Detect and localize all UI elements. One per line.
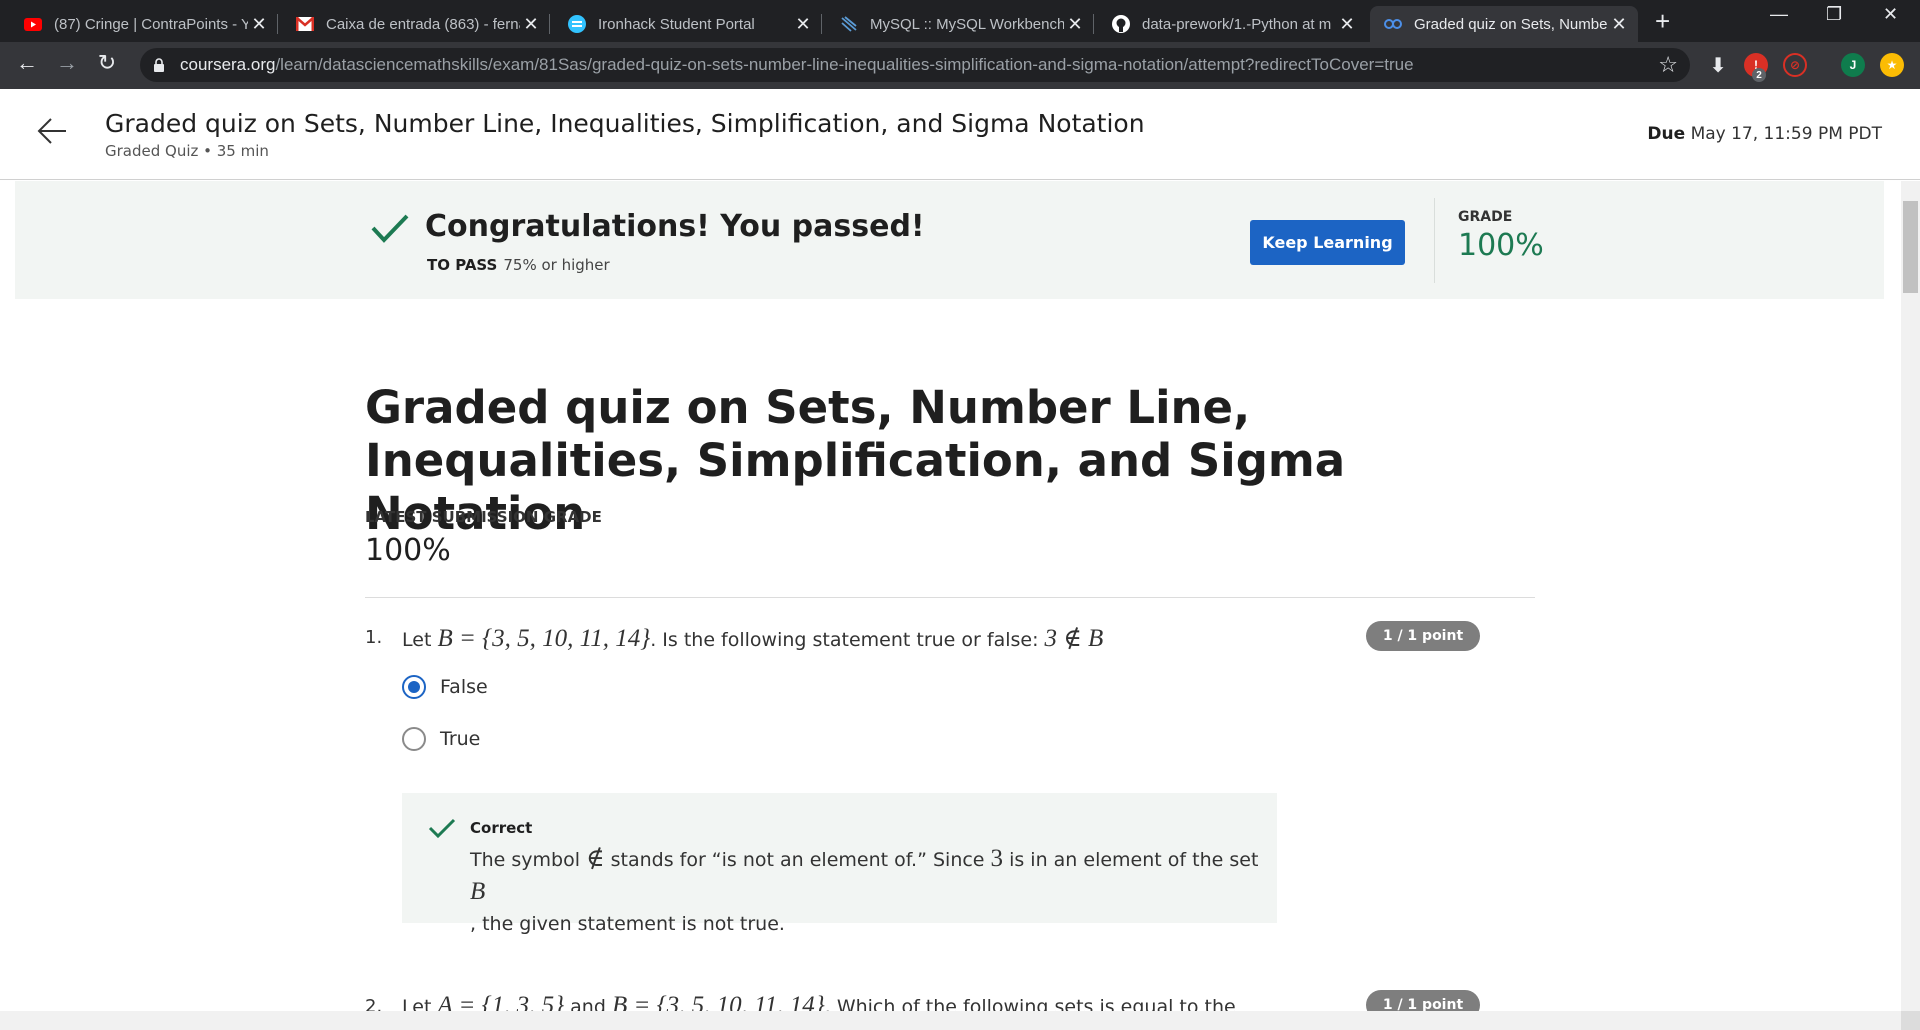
new-tab-button[interactable]: + [1655, 6, 1670, 36]
lock-icon [154, 58, 164, 72]
horizontal-scrollbar[interactable] [0, 1011, 1901, 1030]
question-number: 2. [365, 996, 383, 1011]
scrollbar-corner [1901, 1011, 1920, 1030]
gmail-icon [296, 15, 314, 33]
close-window-icon[interactable]: ✕ [1883, 4, 1898, 25]
back-icon[interactable]: ← [12, 50, 42, 76]
question-number: 1. [365, 627, 383, 648]
latest-grade-label: LATEST SUBMISSION GRADE [365, 508, 602, 526]
main-content: Congratulations! You passed! TO PASS 75% … [0, 181, 1901, 1011]
back-arrow-icon[interactable] [36, 115, 68, 147]
scrollbar-thumb[interactable] [1903, 201, 1918, 293]
grade-value: 100% [1458, 228, 1544, 263]
tab-title: MySQL :: MySQL Workbench [870, 15, 1064, 33]
github-icon [1112, 15, 1130, 33]
tab-ironhack[interactable]: Ironhack Student Portal ✕ [554, 6, 822, 42]
due-date: Due May 17, 11:59 PM PDT [1647, 124, 1882, 144]
forward-icon[interactable]: → [52, 50, 82, 76]
browser-tab-strip: (87) Cringe | ContraPoints - Y ✕ Caixa d… [0, 0, 1920, 42]
points-badge: 1 / 1 point [1366, 621, 1480, 651]
tab-youtube[interactable]: (87) Cringe | ContraPoints - Y ✕ [10, 6, 278, 42]
header-subtitle: Graded Quiz • 35 min [105, 142, 269, 160]
feedback-title: Correct [470, 819, 533, 837]
tab-title: data-prework/1.-Python at m [1142, 15, 1332, 33]
tab-coursera[interactable]: Graded quiz on Sets, Numbe ✕ [1370, 6, 1638, 42]
answer-option[interactable]: False [402, 675, 488, 699]
tab-gmail[interactable]: Caixa de entrada (863) - ferna ✕ [282, 6, 550, 42]
tab-title: Graded quiz on Sets, Numbe [1414, 15, 1608, 33]
close-tab-icon[interactable]: ✕ [248, 14, 270, 35]
question-text: Let B = {3, 5, 10, 11, 14}. Is the follo… [402, 625, 1104, 652]
tab-github[interactable]: data-prework/1.-Python at m ✕ [1098, 6, 1366, 42]
checkmark-icon [371, 214, 409, 243]
extension-block-icon[interactable]: ⊘ [1783, 53, 1807, 77]
feedback-text: The symbol ∉ stands for “is not an eleme… [470, 845, 1259, 935]
tab-title: (87) Cringe | ContraPoints - Y [54, 15, 248, 33]
download-icon[interactable]: ⬇ [1706, 53, 1730, 77]
option-label: True [440, 728, 481, 750]
passed-banner: Congratulations! You passed! TO PASS 75% … [15, 181, 1884, 299]
ironhack-icon [568, 15, 586, 33]
coursera-icon [1384, 15, 1402, 33]
bookmark-star-icon[interactable]: ☆ [1658, 52, 1678, 78]
latest-grade-value: 100% [365, 533, 451, 568]
address-bar[interactable]: coursera.org/learn/datasciencemathskills… [140, 48, 1690, 82]
divider [1434, 198, 1435, 283]
quiz-header: Graded quiz on Sets, Number Line, Inequa… [0, 89, 1920, 180]
question-text: Let A = {1, 3, 5} and B = {3, 5, 10, 11,… [402, 992, 1236, 1011]
mysql-icon [840, 15, 858, 33]
close-tab-icon[interactable]: ✕ [1608, 14, 1630, 35]
grade-label: GRADE [1458, 209, 1513, 225]
option-label: False [440, 676, 488, 698]
tab-title: Caixa de entrada (863) - ferna [326, 15, 520, 33]
extension-badge: 2 [1752, 68, 1766, 82]
header-title: Graded quiz on Sets, Number Line, Inequa… [105, 109, 1145, 138]
radio-selected[interactable] [402, 675, 426, 699]
extension-star-icon[interactable]: ★ [1880, 53, 1904, 77]
youtube-icon [24, 15, 42, 33]
answer-option[interactable]: True [402, 727, 480, 751]
url-text: coursera.org/learn/datasciencemathskills… [180, 55, 1414, 74]
restore-icon[interactable]: ❐ [1826, 4, 1842, 25]
browser-toolbar: ← → ↻ coursera.org/learn/datasciencemath… [0, 42, 1920, 89]
close-tab-icon[interactable]: ✕ [1336, 14, 1358, 35]
tab-title: Ironhack Student Portal [598, 15, 755, 33]
radio-unselected[interactable] [402, 727, 426, 751]
close-tab-icon[interactable]: ✕ [520, 14, 542, 35]
feedback-box: Correct The symbol ∉ stands for “is not … [402, 793, 1277, 935]
close-tab-icon[interactable]: ✕ [792, 14, 814, 35]
close-tab-icon[interactable]: ✕ [1064, 14, 1086, 35]
minimize-icon[interactable]: — [1770, 4, 1788, 25]
vertical-scrollbar[interactable] [1901, 181, 1920, 1011]
keep-learning-button[interactable]: Keep Learning [1250, 220, 1405, 265]
checkmark-icon [428, 818, 456, 839]
tab-mysql[interactable]: MySQL :: MySQL Workbench ✕ [826, 6, 1094, 42]
banner-title: Congratulations! You passed! [425, 209, 925, 244]
to-pass-text: TO PASS 75% or higher [427, 256, 610, 274]
reload-icon[interactable]: ↻ [92, 50, 122, 76]
divider [365, 597, 1535, 598]
points-badge: 1 / 1 point [1366, 990, 1480, 1011]
profile-avatar[interactable]: J [1841, 53, 1865, 77]
